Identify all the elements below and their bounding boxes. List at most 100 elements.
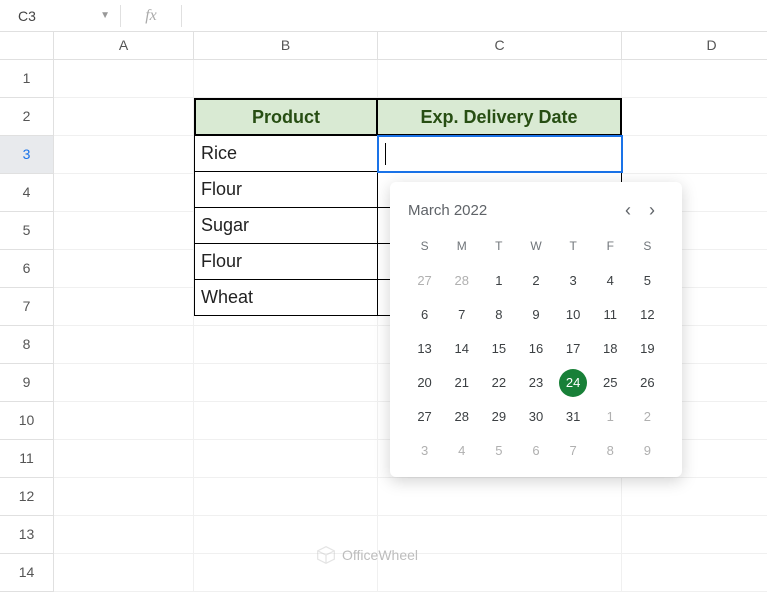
datepicker-day[interactable]: 12 <box>633 301 661 329</box>
cell[interactable] <box>54 250 194 288</box>
row-header[interactable]: 4 <box>0 174 54 212</box>
cell[interactable] <box>54 288 194 326</box>
table-header-date[interactable]: Exp. Delivery Date <box>378 98 622 136</box>
datepicker-day[interactable]: 23 <box>522 369 550 397</box>
column-header[interactable]: D <box>622 32 767 60</box>
table-cell-product[interactable]: Sugar <box>194 208 378 244</box>
cell[interactable] <box>378 478 622 516</box>
datepicker-month-label[interactable]: March 2022 <box>408 202 616 219</box>
cell[interactable] <box>54 98 194 136</box>
row-header[interactable]: 1 <box>0 60 54 98</box>
cell[interactable] <box>54 402 194 440</box>
cell[interactable] <box>378 60 622 98</box>
datepicker-day[interactable]: 22 <box>485 369 513 397</box>
datepicker-day[interactable]: 6 <box>411 301 439 329</box>
cell[interactable] <box>54 60 194 98</box>
datepicker-day[interactable]: 20 <box>411 369 439 397</box>
cell[interactable] <box>622 60 767 98</box>
row-header[interactable]: 5 <box>0 212 54 250</box>
cell[interactable] <box>194 364 378 402</box>
datepicker-day[interactable]: 27 <box>411 403 439 431</box>
datepicker-day[interactable]: 8 <box>596 437 624 465</box>
datepicker-day[interactable]: 7 <box>448 301 476 329</box>
cell[interactable] <box>54 364 194 402</box>
cell[interactable] <box>622 516 767 554</box>
table-cell-product[interactable]: Flour <box>194 172 378 208</box>
table-cell-product[interactable]: Rice <box>194 136 378 172</box>
row-header[interactable]: 12 <box>0 478 54 516</box>
datepicker-day[interactable]: 15 <box>485 335 513 363</box>
datepicker-day[interactable]: 4 <box>596 267 624 295</box>
datepicker-day[interactable]: 26 <box>633 369 661 397</box>
datepicker-day[interactable]: 3 <box>559 267 587 295</box>
cells-area[interactable]: Product Exp. Delivery Date RiceFlourSuga… <box>54 60 767 592</box>
datepicker-day[interactable]: 28 <box>448 267 476 295</box>
datepicker-day[interactable]: 5 <box>485 437 513 465</box>
datepicker-day[interactable]: 30 <box>522 403 550 431</box>
cell[interactable] <box>622 136 767 174</box>
column-header[interactable]: B <box>194 32 378 60</box>
name-box[interactable]: C3 ▼ <box>0 0 120 31</box>
datepicker-day[interactable]: 5 <box>633 267 661 295</box>
table-cell-product[interactable]: Wheat <box>194 280 378 316</box>
datepicker-day[interactable]: 27 <box>411 267 439 295</box>
column-header[interactable]: A <box>54 32 194 60</box>
datepicker-day[interactable]: 11 <box>596 301 624 329</box>
row-header[interactable]: 2 <box>0 98 54 136</box>
datepicker-day[interactable]: 9 <box>633 437 661 465</box>
formula-input[interactable] <box>182 0 767 31</box>
row-header[interactable]: 3 <box>0 136 54 174</box>
datepicker-day[interactable]: 13 <box>411 335 439 363</box>
datepicker-day[interactable]: 17 <box>559 335 587 363</box>
cell[interactable] <box>622 554 767 592</box>
cell[interactable] <box>54 516 194 554</box>
cell[interactable] <box>54 440 194 478</box>
table-cell-product[interactable]: Flour <box>194 244 378 280</box>
datepicker-prev-icon[interactable]: ‹ <box>616 200 640 221</box>
active-cell[interactable] <box>377 135 623 173</box>
datepicker-day[interactable]: 4 <box>448 437 476 465</box>
row-header[interactable]: 14 <box>0 554 54 592</box>
cell[interactable] <box>54 326 194 364</box>
cell[interactable] <box>194 478 378 516</box>
cell[interactable] <box>194 440 378 478</box>
cell[interactable] <box>194 402 378 440</box>
datepicker-day[interactable]: 7 <box>559 437 587 465</box>
datepicker-day[interactable]: 21 <box>448 369 476 397</box>
row-header[interactable]: 11 <box>0 440 54 478</box>
datepicker-day[interactable]: 1 <box>596 403 624 431</box>
row-header[interactable]: 13 <box>0 516 54 554</box>
cell[interactable] <box>54 174 194 212</box>
cell[interactable] <box>622 98 767 136</box>
datepicker-day[interactable]: 25 <box>596 369 624 397</box>
row-header[interactable]: 7 <box>0 288 54 326</box>
datepicker-day[interactable]: 29 <box>485 403 513 431</box>
datepicker-day[interactable]: 2 <box>522 267 550 295</box>
select-all-corner[interactable] <box>0 32 54 60</box>
row-header[interactable]: 6 <box>0 250 54 288</box>
row-header[interactable]: 8 <box>0 326 54 364</box>
row-header[interactable]: 10 <box>0 402 54 440</box>
cell[interactable] <box>54 478 194 516</box>
row-header[interactable]: 9 <box>0 364 54 402</box>
datepicker-day[interactable]: 8 <box>485 301 513 329</box>
cell[interactable] <box>54 554 194 592</box>
datepicker-next-icon[interactable]: › <box>640 200 664 221</box>
datepicker-day[interactable]: 24 <box>559 369 587 397</box>
cell[interactable] <box>194 60 378 98</box>
datepicker-day[interactable]: 19 <box>633 335 661 363</box>
name-box-dropdown-icon[interactable]: ▼ <box>100 10 110 21</box>
datepicker-day[interactable]: 10 <box>559 301 587 329</box>
table-header-product[interactable]: Product <box>194 98 378 136</box>
datepicker-day[interactable]: 16 <box>522 335 550 363</box>
cell[interactable] <box>54 136 194 174</box>
column-header[interactable]: C <box>378 32 622 60</box>
datepicker-day[interactable]: 9 <box>522 301 550 329</box>
datepicker-day[interactable]: 3 <box>411 437 439 465</box>
datepicker-day[interactable]: 18 <box>596 335 624 363</box>
datepicker-day[interactable]: 28 <box>448 403 476 431</box>
cell[interactable] <box>622 478 767 516</box>
datepicker-day[interactable]: 31 <box>559 403 587 431</box>
datepicker-day[interactable]: 2 <box>633 403 661 431</box>
datepicker-day[interactable]: 14 <box>448 335 476 363</box>
